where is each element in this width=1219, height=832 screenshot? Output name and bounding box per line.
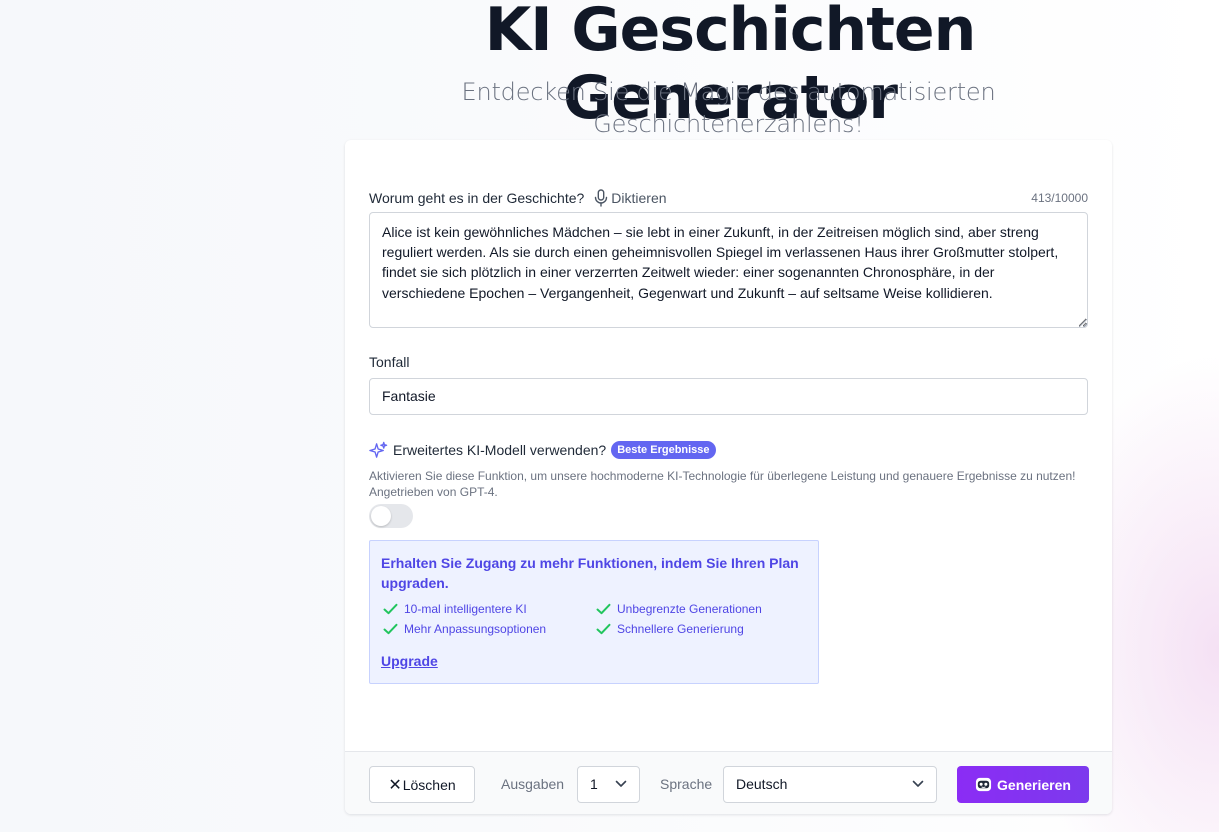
feature-label: Unbegrenzte Generationen: [617, 602, 762, 616]
check-icon: [596, 623, 611, 635]
advanced-model-description: Aktivieren Sie diese Funktion, um unsere…: [369, 469, 1076, 499]
check-icon: [596, 603, 611, 615]
story-form-card: Worum geht es in der Geschichte? Diktier…: [345, 140, 1112, 814]
best-results-badge: Beste Ergebnisse: [611, 441, 716, 459]
feature-item: Unbegrenzte Generationen: [596, 601, 796, 617]
outputs-value: 1: [590, 776, 598, 792]
outputs-label: Ausgaben: [501, 776, 565, 792]
check-icon: [383, 623, 398, 635]
check-icon: [383, 603, 398, 615]
feature-item: Schnellere Generierung: [596, 621, 796, 637]
feature-list: 10-mal intelligentere KI Unbegrenzte Gen…: [383, 601, 803, 637]
textarea-resize-handle[interactable]: [1079, 319, 1087, 327]
clear-button-label: Löschen: [402, 776, 456, 793]
page-subtitle: Entdecken Sie die Magie des automatisier…: [461, 78, 996, 138]
clear-button[interactable]: ✕ Löschen: [369, 766, 475, 803]
feature-item: 10-mal intelligentere KI: [383, 601, 596, 617]
upgrade-title: Erhalten Sie Zugang zu mehr Funktionen, …: [381, 555, 799, 591]
chevron-down-icon: [615, 780, 627, 787]
story-textarea[interactable]: Alice ist kein gewöhnliches Mädchen – si…: [369, 212, 1088, 328]
generate-button[interactable]: Generieren: [957, 766, 1089, 803]
language-select[interactable]: Deutsch: [723, 766, 937, 803]
outputs-select[interactable]: 1: [577, 766, 640, 803]
chevron-down-icon: [912, 780, 924, 787]
story-field-label: Worum geht es in der Geschichte?: [369, 190, 585, 206]
advanced-model-row: Erweitertes KI-Modell verwenden? Beste E…: [369, 439, 716, 461]
sparkles-icon: [369, 441, 388, 458]
microphone-icon: [595, 189, 608, 207]
language-label: Sprache: [660, 776, 713, 792]
action-bar: ✕ Löschen Ausgaben 1 Sprache Deutsch Gen…: [345, 751, 1112, 814]
feature-label: 10-mal intelligentere KI: [404, 602, 527, 616]
close-icon: ✕: [388, 776, 402, 794]
feature-label: Schnellere Generierung: [617, 622, 744, 636]
tone-input[interactable]: Fantasie: [369, 378, 1088, 415]
generate-button-label: Generieren: [997, 776, 1071, 793]
advanced-model-label: Erweitertes KI-Modell verwenden?: [393, 442, 607, 458]
language-value: Deutsch: [736, 776, 788, 792]
story-label-row: Worum geht es in der Geschichte? Diktier…: [369, 187, 1088, 209]
advanced-model-toggle[interactable]: [369, 504, 413, 528]
robot-icon: [975, 777, 992, 792]
tone-field-label: Tonfall: [369, 354, 410, 370]
feature-item: Mehr Anpassungsoptionen: [383, 621, 596, 637]
dictate-button[interactable]: Diktieren: [594, 189, 667, 207]
dictate-label: Diktieren: [611, 190, 667, 206]
upgrade-panel: Erhalten Sie Zugang zu mehr Funktionen, …: [369, 540, 819, 684]
toggle-knob: [371, 506, 391, 526]
upgrade-link[interactable]: Upgrade: [381, 653, 438, 669]
char-counter: 413/10000: [1031, 191, 1088, 205]
feature-label: Mehr Anpassungsoptionen: [404, 622, 547, 636]
